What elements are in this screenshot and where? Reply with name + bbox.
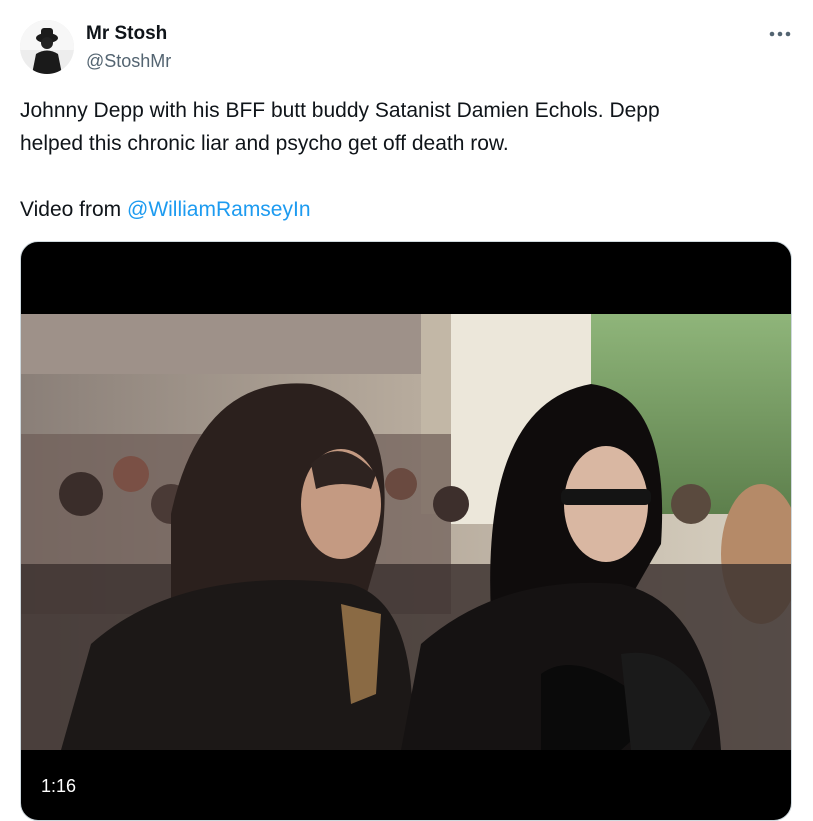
avatar[interactable] bbox=[20, 20, 74, 74]
author-handle[interactable]: @StoshMr bbox=[86, 51, 171, 72]
mention-link[interactable]: @WilliamRamseyIn bbox=[127, 198, 311, 221]
video-frame bbox=[21, 314, 791, 750]
more-horizontal-icon bbox=[769, 31, 791, 37]
tweet-text: Johnny Depp with his BFF butt buddy Sata… bbox=[20, 94, 790, 226]
tweet-text-line-2: helped this chronic liar and psycho get … bbox=[20, 132, 509, 155]
video-duration-badge: 1:16 bbox=[35, 773, 83, 800]
video-player[interactable]: 1:16 bbox=[20, 241, 792, 821]
tweet-video-credit: Video from @WilliamRamseyIn bbox=[20, 193, 790, 226]
avatar-image bbox=[20, 20, 74, 74]
author-display-name[interactable]: Mr Stosh bbox=[86, 23, 167, 45]
video-credit-prefix: Video from bbox=[20, 198, 127, 221]
more-options-button[interactable] bbox=[764, 20, 796, 48]
tweet-text-line-1: Johnny Depp with his BFF butt buddy Sata… bbox=[20, 99, 660, 122]
